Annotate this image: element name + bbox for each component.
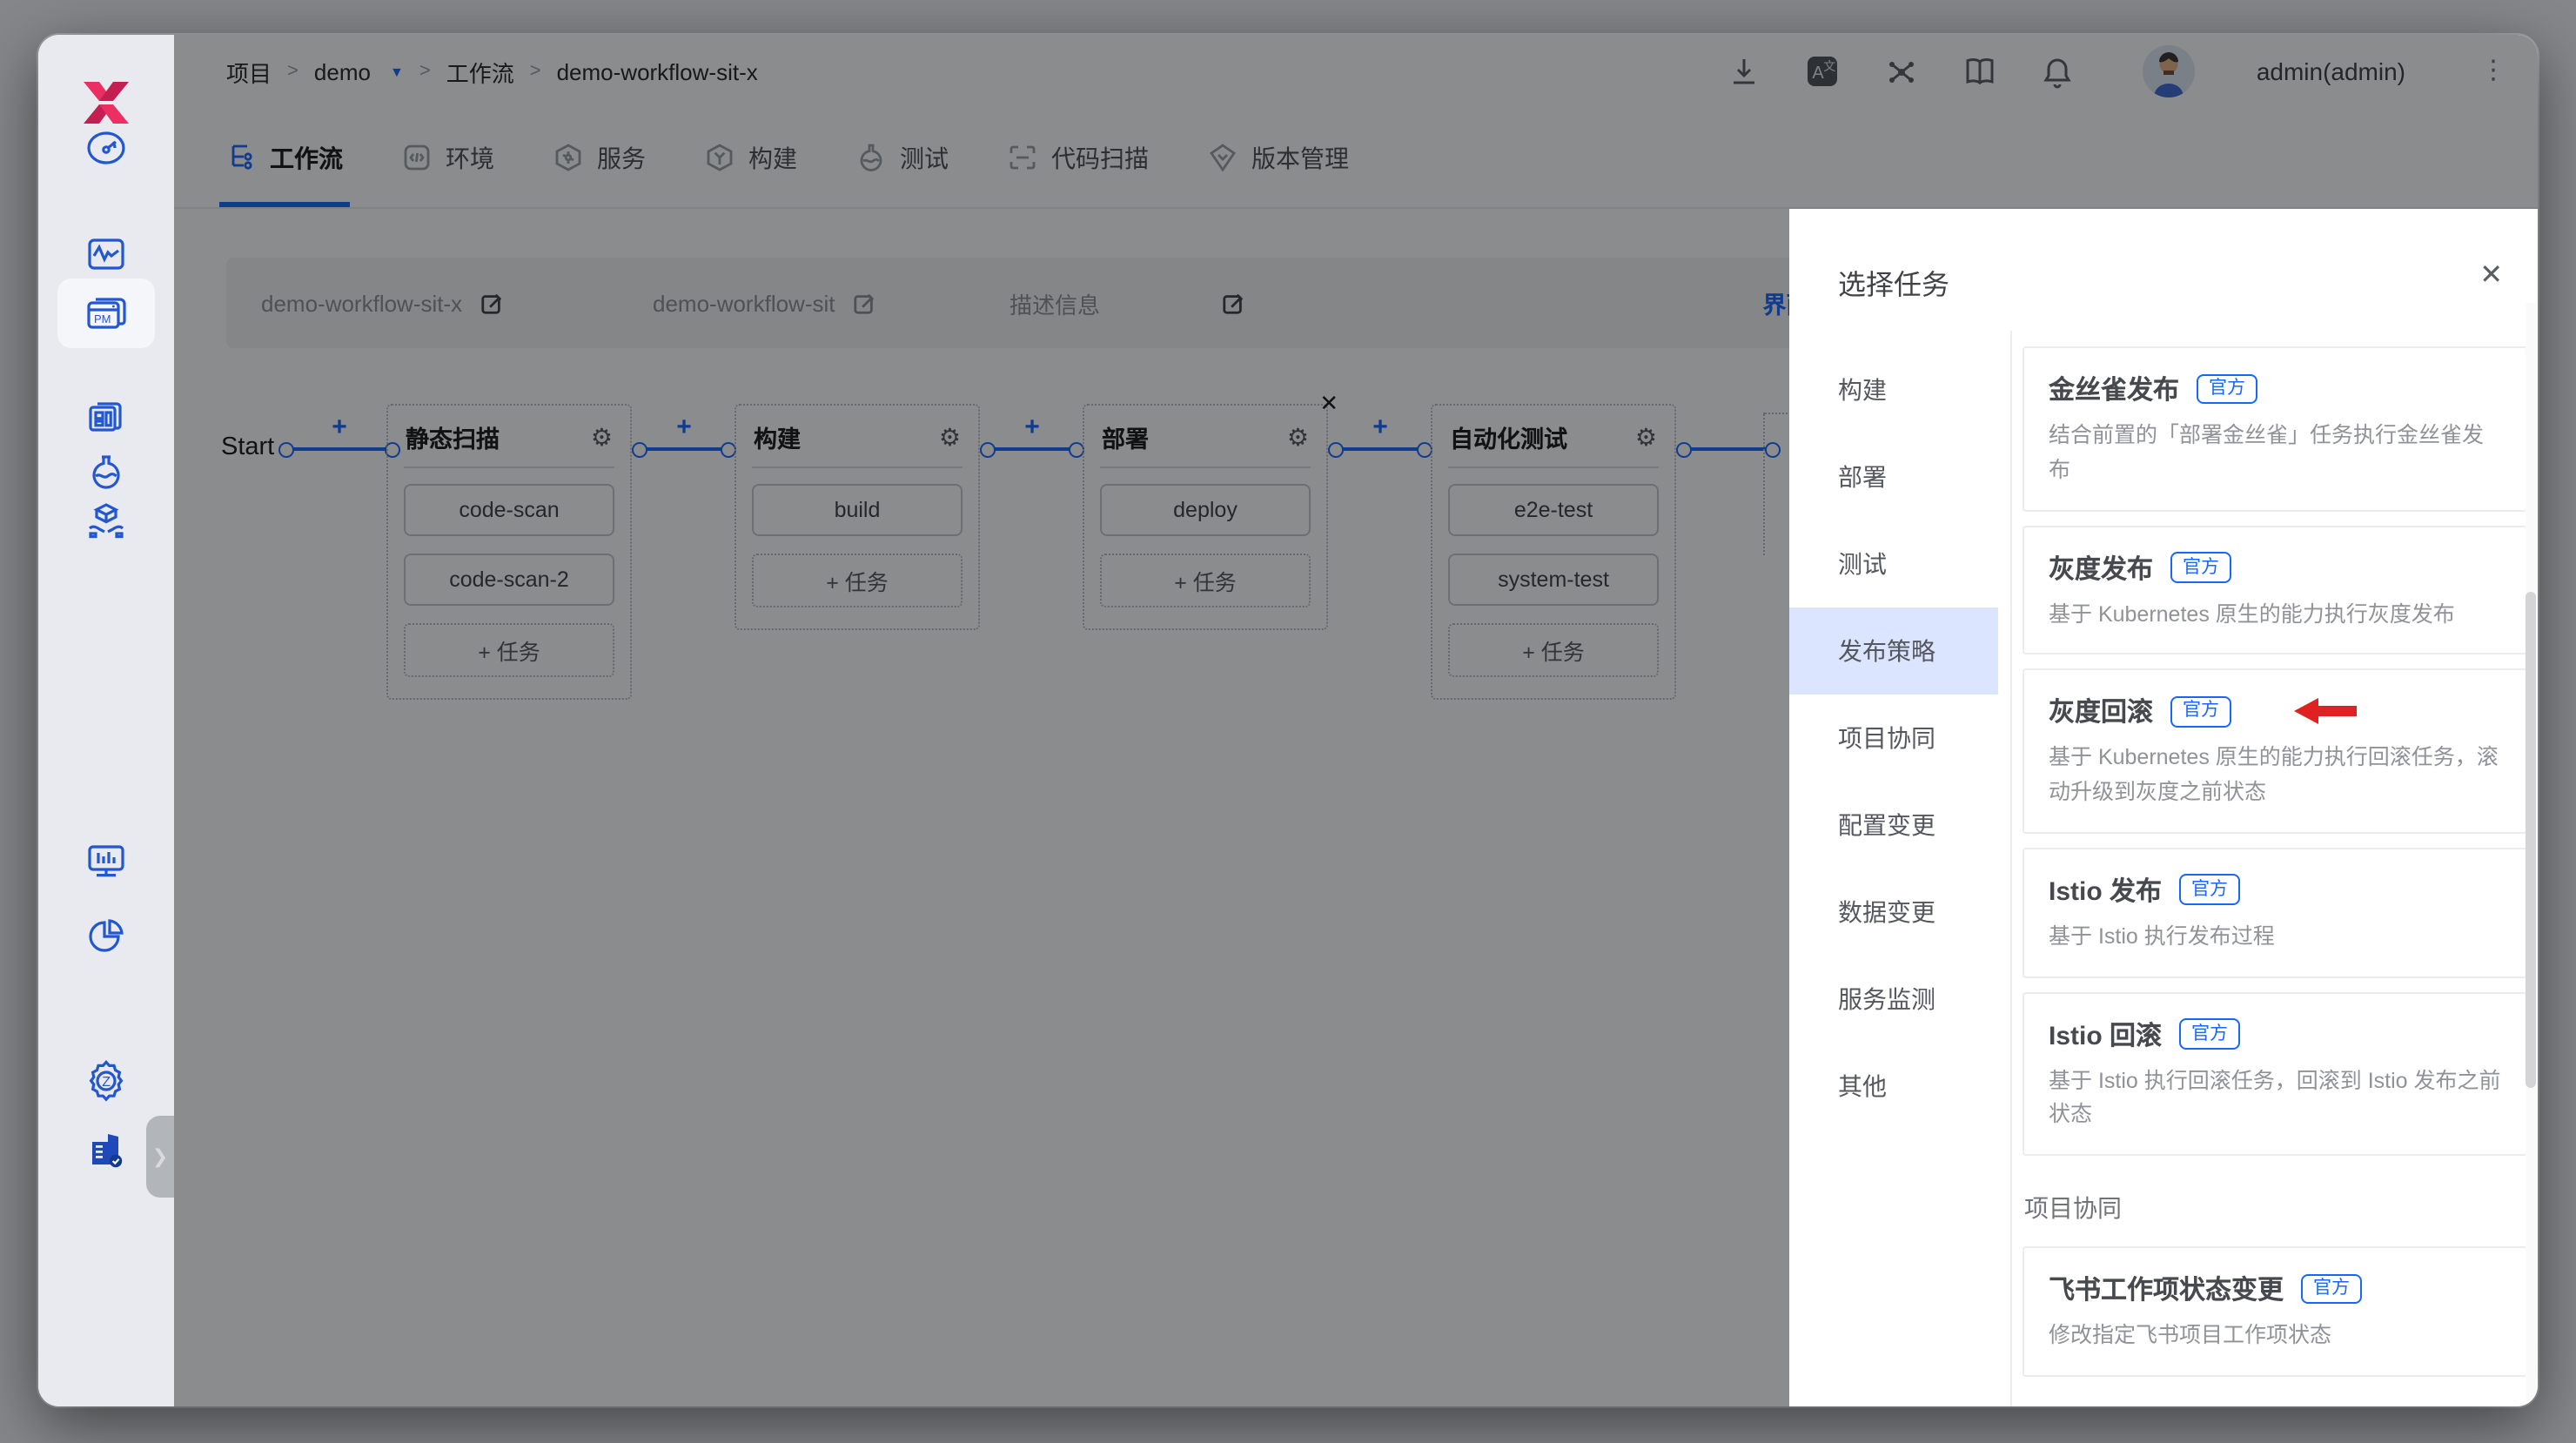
sidebar-item-insight[interactable] xyxy=(38,842,174,881)
svg-text:PM: PM xyxy=(94,312,111,326)
task-card-title: 灰度发布 xyxy=(2049,554,2154,584)
sidebar-collapse-handle[interactable]: ❯ xyxy=(146,1116,174,1198)
official-badge: 官方 xyxy=(2170,695,2232,728)
category-deploy[interactable]: 部署 xyxy=(1789,433,1998,520)
official-badge: 官方 xyxy=(2179,1018,2241,1050)
red-pointer-arrow-icon xyxy=(2294,697,2358,727)
panel-title: 选择任务 xyxy=(1838,272,1950,301)
app-window: PM Z ❯ 项目 > demo ▼ > 工作流 > demo-workflow… xyxy=(38,35,2538,1406)
sidebar-item-projects-active[interactable]: PM xyxy=(38,279,174,348)
task-card-gray-release[interactable]: 灰度发布 官方 基于 Kubernetes 原生的能力执行灰度发布 xyxy=(2023,525,2527,655)
flask-icon xyxy=(92,455,120,489)
category-test[interactable]: 测试 xyxy=(1789,520,1998,607)
svg-text:Z: Z xyxy=(102,1075,111,1090)
sidebar-item-delivery[interactable] xyxy=(38,501,174,540)
task-card-desc: 基于 Kubernetes 原生的能力执行灰度发布 xyxy=(2049,601,2455,626)
modal-scrollbar[interactable] xyxy=(2526,303,2536,1406)
category-release-strategy[interactable]: 发布策略 xyxy=(1789,607,1998,695)
task-card-desc: 基于 Istio 执行回滚任务，回滚到 Istio 发布之前状态 xyxy=(2049,1068,2501,1127)
sidebar-item-statistics[interactable] xyxy=(38,916,174,954)
category-divider xyxy=(2010,331,2012,1406)
screenshot-frame: PM Z ❯ 项目 > demo ▼ > 工作流 > demo-workflow… xyxy=(0,0,2576,1443)
monitor-wave-icon xyxy=(88,238,124,270)
task-card-desc: 修改指定飞书项目工作项状态 xyxy=(2049,1323,2332,1347)
official-badge: 官方 xyxy=(2197,373,2258,405)
task-card-istio-release[interactable]: Istio 发布 官方 基于 Istio 执行发布过程 xyxy=(2023,847,2527,977)
gallery-icon xyxy=(89,402,122,432)
sidebar-item-releases[interactable] xyxy=(38,400,174,435)
official-badge: 官方 xyxy=(2301,1273,2363,1305)
task-card-desc: 结合前置的「部署金丝雀」任务执行金丝雀发布 xyxy=(2049,423,2485,482)
left-sidebar: PM Z ❯ xyxy=(38,35,174,1406)
close-icon[interactable]: ✕ xyxy=(2479,258,2503,292)
task-card-title: 金丝雀发布 xyxy=(2049,376,2180,406)
task-card-list: 金丝雀发布 官方 结合前置的「部署金丝雀」任务执行金丝雀发布 灰度发布 官方 基… xyxy=(2023,346,2527,1406)
task-card-gray-rollback[interactable]: 灰度回滚 官方 基于 Kubernetes 原生的能力执行回滚任务，滚动升级到灰… xyxy=(2023,668,2527,834)
gear-z-icon: Z xyxy=(89,1060,124,1102)
sidebar-item-testing[interactable] xyxy=(38,453,174,491)
scrollbar-thumb[interactable] xyxy=(2526,592,2536,1088)
task-card-desc: 基于 Istio 执行发布过程 xyxy=(2049,923,2275,949)
sidebar-item-monitoring[interactable] xyxy=(38,237,174,272)
dashboard-gauge-icon xyxy=(87,131,125,164)
category-data-change[interactable]: 数据变更 xyxy=(1789,869,1998,956)
section-header-project-collab: 项目协同 xyxy=(2024,1194,2122,1222)
project-pm-icon: PM xyxy=(87,298,126,329)
category-project-collab[interactable]: 项目协同 xyxy=(1789,695,1998,782)
task-card-title: 飞书工作项状态变更 xyxy=(2049,1276,2284,1305)
task-card-canary-release[interactable]: 金丝雀发布 官方 结合前置的「部署金丝雀」任务执行金丝雀发布 xyxy=(2023,346,2527,511)
sidebar-item-dashboard[interactable] xyxy=(38,129,174,167)
category-service-monitor[interactable]: 服务监测 xyxy=(1789,956,1998,1043)
building-check-icon xyxy=(92,1134,123,1168)
task-card-title: Istio 发布 xyxy=(2049,876,2163,907)
official-badge: 官方 xyxy=(2170,552,2232,583)
monitor-bars-icon xyxy=(88,845,124,877)
task-card-desc: 基于 Kubernetes 原生的能力执行回滚任务，滚动升级到灰度之前状态 xyxy=(2049,745,2499,805)
official-badge: 官方 xyxy=(2179,874,2241,906)
sidebar-item-settings[interactable]: Z xyxy=(38,1060,174,1102)
category-other[interactable]: 其他 xyxy=(1789,1043,1998,1130)
category-build[interactable]: 构建 xyxy=(1789,346,1998,433)
pie-chart-icon xyxy=(89,919,124,952)
task-card-feishu-workitem[interactable]: 飞书工作项状态变更 官方 修改指定飞书项目工作项状态 xyxy=(2023,1246,2527,1377)
chevron-right-icon: ❯ xyxy=(151,1147,169,1168)
select-task-panel: 选择任务 ✕ 构建 部署 测试 发布策略 项目协同 配置变更 数据变更 服务监测… xyxy=(1789,209,2538,1406)
task-card-istio-rollback[interactable]: Istio 回滚 官方 基于 Istio 执行回滚任务，回滚到 Istio 发布… xyxy=(2023,991,2527,1156)
package-delivery-icon xyxy=(88,503,124,539)
category-config-change[interactable]: 配置变更 xyxy=(1789,782,1998,869)
task-card-title: 灰度回滚 xyxy=(2049,698,2154,728)
task-card-title: Istio 回滚 xyxy=(2049,1021,2163,1050)
task-category-list: 构建 部署 测试 发布策略 项目协同 配置变更 数据变更 服务监测 其他 xyxy=(1789,346,1998,1130)
